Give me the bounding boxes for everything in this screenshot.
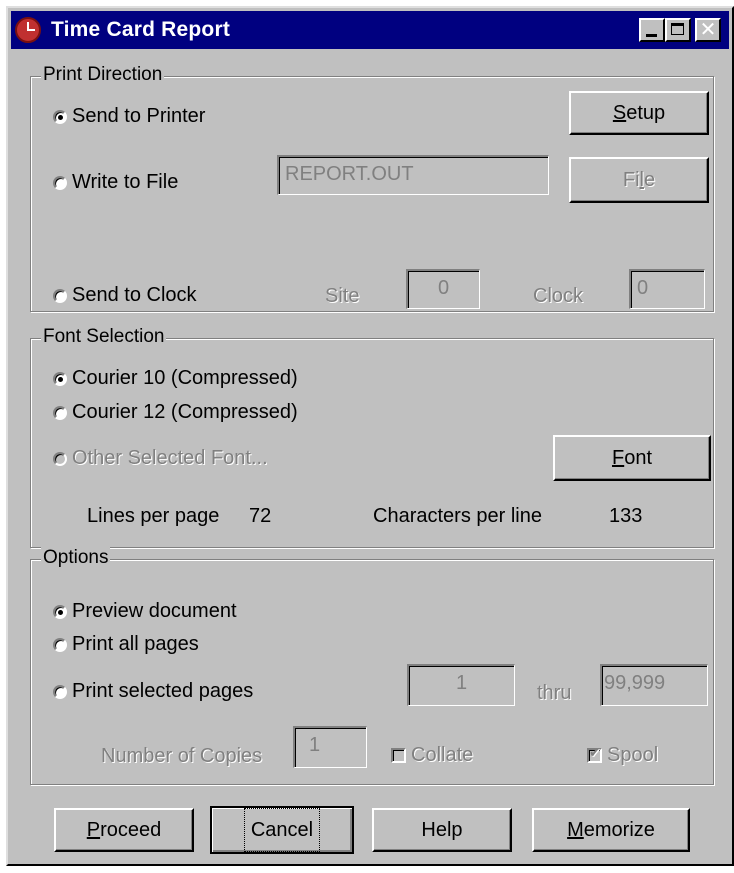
chars-per-line-label: Characters per line [373,505,542,527]
setup-button-label: Setup [613,93,665,133]
help-button[interactable]: Help [372,808,512,852]
time-card-report-dialog: Time Card Report ✕ Print Direction Send … [6,6,734,866]
radio-indicator [53,604,67,619]
radio-indicator [53,684,67,699]
courier10-radio[interactable]: Courier 10 (Compressed) [53,367,298,390]
radio-indicator [53,637,67,652]
close-icon: ✕ [699,17,717,41]
clock-label: Clock [533,285,584,307]
other-font-label: Other Selected Font... [72,447,268,469]
spool-check-indicator [587,745,602,763]
send-to-printer-label: Send to Printer [72,105,206,127]
collate-check-indicator [391,748,406,763]
write-to-file-radio[interactable]: Write to File [53,171,178,194]
options-legend: Options [41,547,111,569]
collate-checkbox[interactable]: Collate [391,744,473,767]
help-button-label: Help [421,819,463,841]
close-button[interactable]: ✕ [695,17,721,42]
minimize-icon [646,34,657,37]
font-selection-group: Font Selection Courier 10 (Compressed) C… [30,326,714,548]
number-of-copies-label: Number of Copies [101,745,263,767]
spool-label: Spool [607,744,659,766]
send-to-clock-radio[interactable]: Send to Clock [53,284,197,307]
file-button[interactable]: File [569,157,709,203]
clock-icon [15,17,41,43]
window-title: Time Card Report [51,18,231,41]
cancel-button-label: Cancel [243,808,321,852]
site-label: Site [325,285,360,307]
memorize-button-label: Memorize [567,819,655,841]
lines-per-page-label: Lines per page [87,505,220,527]
radio-indicator [53,175,67,190]
memorize-button[interactable]: Memorize [532,808,690,852]
cancel-button[interactable]: Cancel [210,806,354,854]
radio-indicator [53,371,67,386]
collate-label: Collate [411,744,474,766]
send-to-clock-label: Send to Clock [72,284,197,306]
site-input[interactable]: 0 [406,269,480,309]
courier12-label: Courier 12 (Compressed) [72,401,298,423]
title-bar[interactable]: Time Card Report ✕ [11,11,729,49]
font-selection-legend: Font Selection [41,326,167,348]
write-to-file-label: Write to File [72,171,179,193]
print-all-pages-radio[interactable]: Print all pages [53,633,199,656]
print-direction-group: Print Direction Send to Printer Setup Wr… [30,64,714,312]
send-to-printer-radio[interactable]: Send to Printer [53,105,205,128]
to-page-input[interactable]: 99,999 [600,664,708,706]
spool-checkbox[interactable]: Spool [587,744,658,767]
preview-document-label: Preview document [72,600,237,622]
number-of-copies-input[interactable]: 1 [293,726,367,768]
other-font-radio[interactable]: Other Selected Font... [53,447,268,470]
minimize-button[interactable] [639,18,665,42]
file-button-label: File [622,169,656,191]
clock-input[interactable]: 0 [629,269,705,309]
radio-indicator [53,451,67,466]
setup-button-rest: etup [626,102,666,124]
font-button[interactable]: Font [553,435,711,481]
preview-document-radio[interactable]: Preview document [53,600,237,623]
print-all-pages-label: Print all pages [72,633,199,655]
setup-button[interactable]: Setup [569,91,709,135]
radio-indicator [53,405,67,420]
print-selected-pages-label: Print selected pages [72,680,254,702]
maximize-button[interactable] [665,18,691,42]
font-button-label: Font [611,447,653,469]
file-name-input[interactable]: REPORT.OUT [277,155,549,195]
print-direction-legend: Print Direction [41,64,165,86]
chars-per-line-value: 133 [609,505,643,527]
lines-per-page-value: 72 [249,505,272,527]
options-group: Options Preview document Print all pages… [30,547,714,785]
proceed-button[interactable]: Proceed [54,808,194,852]
radio-indicator [53,109,67,124]
radio-indicator [53,288,67,303]
maximize-icon [671,23,684,35]
proceed-button-label: Proceed [86,819,162,841]
thru-label: thru [537,682,572,704]
print-selected-pages-radio[interactable]: Print selected pages [53,680,253,703]
from-page-input[interactable]: 1 [407,664,515,706]
courier10-label: Courier 10 (Compressed) [72,367,298,389]
courier12-radio[interactable]: Courier 12 (Compressed) [53,401,298,424]
